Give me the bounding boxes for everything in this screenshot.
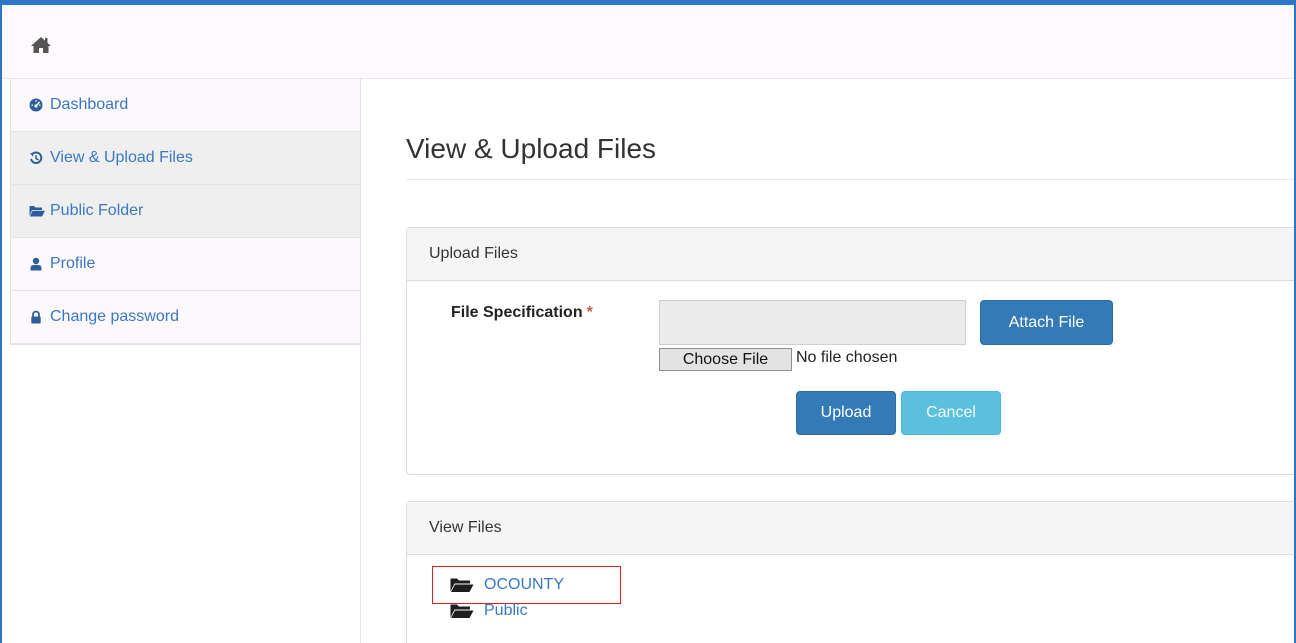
sidebar-item-label: View & Upload Files — [50, 149, 193, 166]
sidebar-item-change-password[interactable]: Change password — [11, 291, 360, 344]
folder-open-icon — [450, 577, 474, 593]
folder-item-ocounty[interactable]: OCOUNTY — [450, 576, 564, 594]
sidebar-menu: Dashboard View & Upload Files Public Fol… — [10, 79, 361, 345]
upload-files-panel: Upload Files File Specification * Attach … — [406, 227, 1294, 475]
view-panel-heading: View Files — [407, 502, 1294, 555]
sidebar-item-public-folder[interactable]: Public Folder — [11, 185, 360, 238]
main-content: View & Upload Files Upload Files File Sp… — [362, 79, 1294, 643]
sidebar-item-label: Change password — [50, 308, 179, 325]
history-icon — [29, 151, 43, 165]
no-file-chosen-text: No file chosen — [796, 349, 898, 366]
folder-name[interactable]: OCOUNTY — [484, 576, 564, 594]
sidebar-item-view-upload-files[interactable]: View & Upload Files — [11, 132, 360, 185]
sidebar-item-label: Public Folder — [50, 202, 144, 219]
required-marker: * — [586, 304, 593, 321]
dashboard-icon — [29, 98, 43, 112]
sidebar-item-label: Dashboard — [50, 96, 129, 113]
folder-name[interactable]: Public — [484, 602, 528, 620]
file-specification-input[interactable] — [659, 300, 966, 345]
field-label-text: File Specification — [451, 304, 583, 321]
user-icon — [29, 257, 43, 271]
sidebar-item-label: Profile — [50, 255, 96, 272]
upload-panel-heading: Upload Files — [407, 228, 1294, 281]
folder-item-public[interactable]: Public — [450, 602, 528, 620]
upload-button[interactable]: Upload — [796, 391, 896, 435]
file-specification-label: File Specification * — [451, 304, 593, 322]
top-navbar — [2, 5, 1294, 79]
sidebar: Dashboard View & Upload Files Public Fol… — [10, 79, 361, 643]
view-files-panel: View Files OCOUNTY Public — [406, 501, 1294, 643]
sidebar-item-profile[interactable]: Profile — [11, 238, 360, 291]
home-icon[interactable] — [30, 35, 52, 55]
choose-file-button[interactable]: Choose File — [659, 348, 792, 371]
folder-open-icon — [450, 603, 474, 619]
attach-file-button[interactable]: Attach File — [980, 300, 1113, 345]
folder-open-icon — [29, 204, 45, 218]
sidebar-item-dashboard[interactable]: Dashboard — [11, 79, 360, 132]
cancel-button[interactable]: Cancel — [901, 391, 1001, 435]
app-window: Dashboard View & Upload Files Public Fol… — [0, 0, 1296, 643]
page-title: View & Upload Files — [406, 133, 657, 164]
lock-icon — [29, 310, 43, 324]
title-divider — [406, 179, 1294, 180]
